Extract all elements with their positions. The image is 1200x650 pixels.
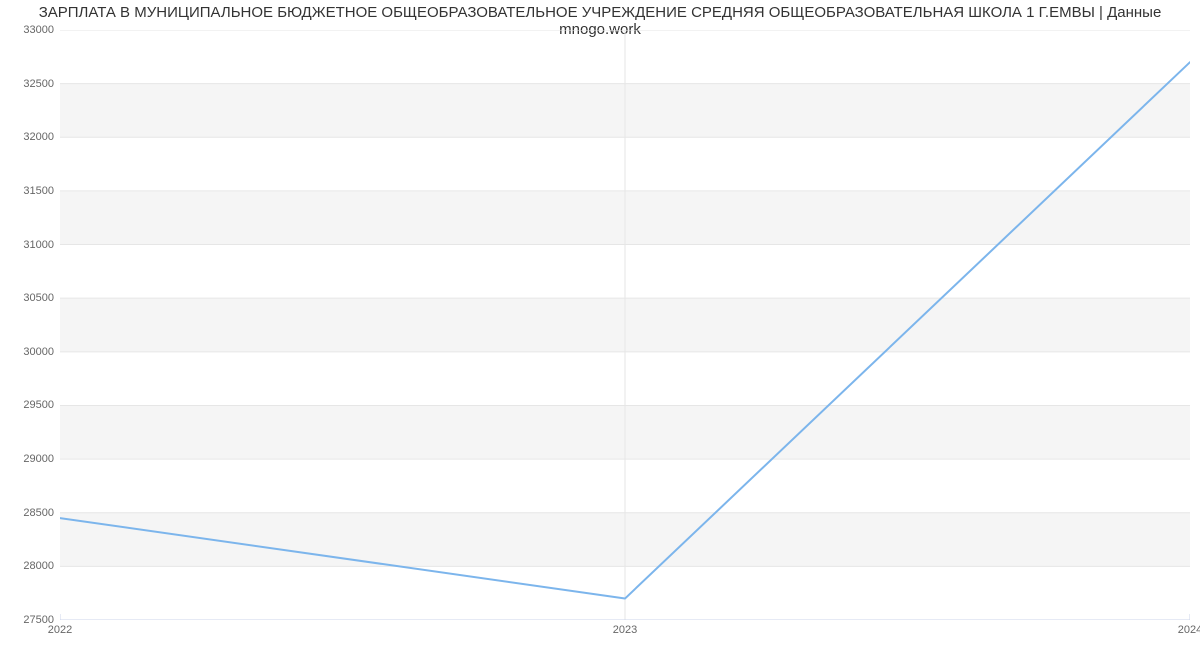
y-tick-label: 29500: [4, 399, 54, 411]
y-tick-label: 31000: [4, 239, 54, 251]
y-tick-label: 32500: [4, 78, 54, 90]
y-tick-label: 29000: [4, 453, 54, 465]
x-tick-label: 2024: [1178, 624, 1200, 636]
x-tick-label: 2023: [613, 624, 637, 636]
y-tick-label: 33000: [4, 24, 54, 36]
y-tick-label: 32000: [4, 131, 54, 143]
chart-svg: [60, 30, 1190, 620]
y-tick-label: 28500: [4, 507, 54, 519]
x-tick-label: 2022: [48, 624, 72, 636]
y-tick-label: 28000: [4, 560, 54, 572]
y-tick-label: 30000: [4, 346, 54, 358]
y-tick-label: 30500: [4, 292, 54, 304]
y-tick-label: 27500: [4, 614, 54, 626]
plot-area: [60, 30, 1190, 620]
line-chart: ЗАРПЛАТА В МУНИЦИПАЛЬНОЕ БЮДЖЕТНОЕ ОБЩЕО…: [0, 0, 1200, 650]
y-tick-label: 31500: [4, 185, 54, 197]
